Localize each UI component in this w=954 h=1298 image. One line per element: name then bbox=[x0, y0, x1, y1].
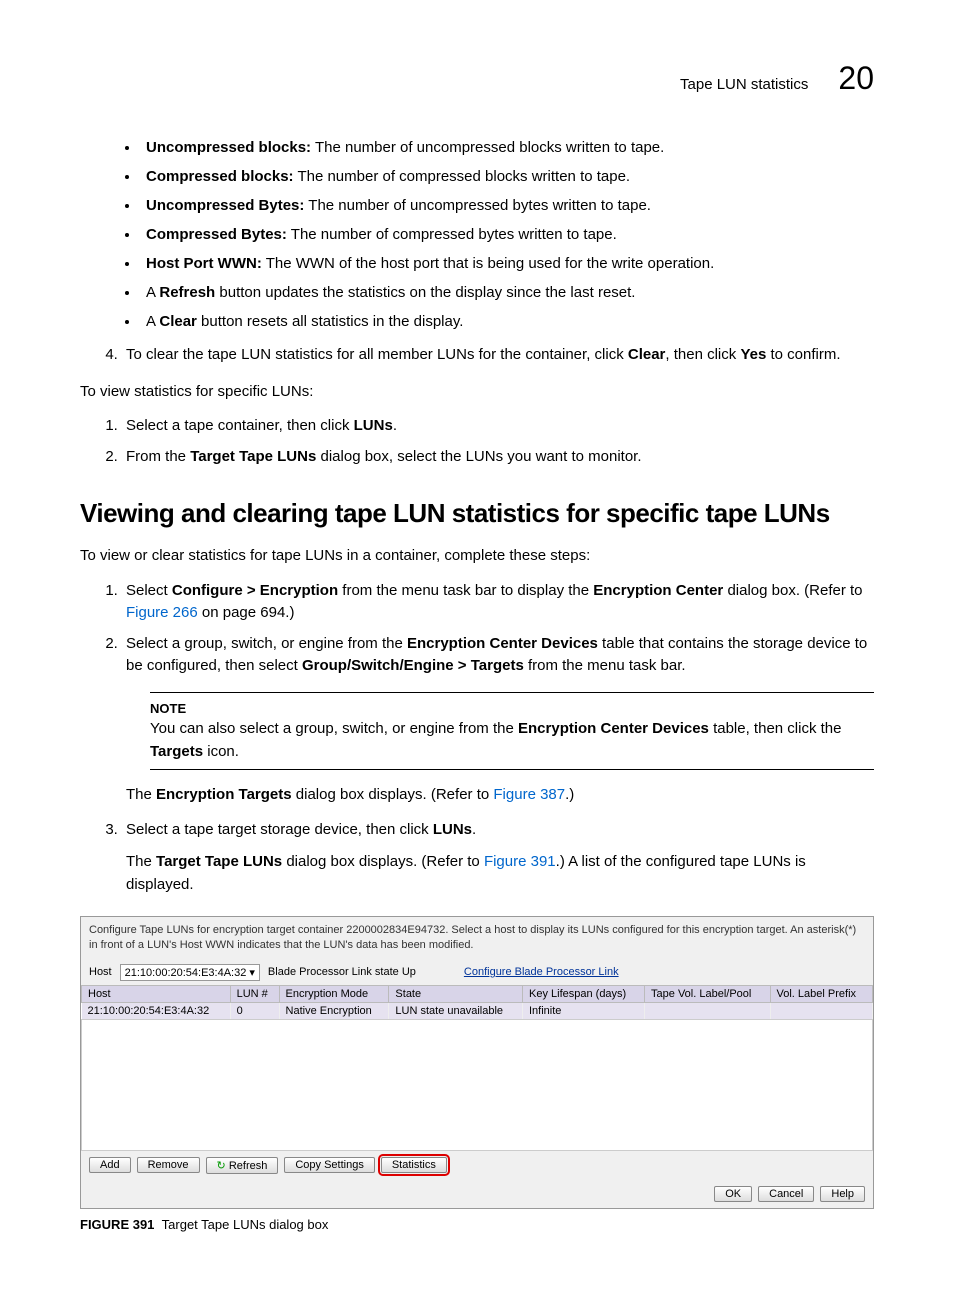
col-tape-vol[interactable]: Tape Vol. Label/Pool bbox=[645, 985, 770, 1002]
figure-266-link[interactable]: Figure 266 bbox=[126, 604, 198, 621]
host-label: Host bbox=[89, 966, 112, 978]
page-header: Tape LUN statistics 20 bbox=[80, 60, 874, 97]
header-section-title: Tape LUN statistics bbox=[680, 76, 808, 93]
step-3-followup: The Target Tape LUNs dialog box displays… bbox=[126, 851, 874, 896]
chapter-number: 20 bbox=[838, 60, 874, 97]
configure-blade-link[interactable]: Configure Blade Processor Link bbox=[464, 966, 619, 978]
target-tape-luns-dialog: Configure Tape LUNs for encryption targe… bbox=[80, 916, 874, 1209]
dialog-footer: OK Cancel Help bbox=[81, 1180, 873, 1208]
dialog-toolbar: Add Remove ↻ Refresh Copy Settings Stati… bbox=[81, 1151, 873, 1180]
table-empty-area bbox=[81, 1019, 873, 1151]
refresh-button[interactable]: ↻ Refresh bbox=[206, 1157, 279, 1174]
figure-391: Configure Tape LUNs for encryption targe… bbox=[80, 916, 874, 1232]
list-item: From the Target Tape LUNs dialog box, se… bbox=[122, 446, 874, 469]
ok-button[interactable]: OK bbox=[714, 1186, 752, 1202]
section-heading: Viewing and clearing tape LUN statistics… bbox=[80, 498, 874, 529]
cancel-button[interactable]: Cancel bbox=[758, 1186, 814, 1202]
figure-387-link[interactable]: Figure 387 bbox=[493, 786, 565, 803]
list-item: Host Port WWN: The WWN of the host port … bbox=[140, 253, 874, 274]
step-2-followup: The Encryption Targets dialog box displa… bbox=[126, 784, 874, 807]
col-host[interactable]: Host bbox=[82, 985, 231, 1002]
add-button[interactable]: Add bbox=[89, 1157, 131, 1173]
view-intro: To view statistics for specific LUNs: bbox=[80, 381, 874, 404]
table-row[interactable]: 21:10:00:20:54:E3:4A:32 0 Native Encrypt… bbox=[82, 1002, 873, 1019]
step-4: To clear the tape LUN statistics for all… bbox=[80, 344, 874, 367]
figure-caption: FIGURE 391 Target Tape LUNs dialog box bbox=[80, 1217, 874, 1232]
col-lun[interactable]: LUN # bbox=[230, 985, 279, 1002]
dialog-description: Configure Tape LUNs for encryption targe… bbox=[81, 917, 873, 960]
blade-processor-state: Blade Processor Link state Up bbox=[268, 966, 416, 978]
help-button[interactable]: Help bbox=[820, 1186, 865, 1202]
dialog-host-row: Host 21:10:00:20:54:E3:4A:32 ▾ Blade Pro… bbox=[81, 960, 873, 985]
refresh-icon: ↻ bbox=[217, 1160, 226, 1172]
list-item: Uncompressed Bytes: The number of uncomp… bbox=[140, 195, 874, 216]
remove-button[interactable]: Remove bbox=[137, 1157, 200, 1173]
view-steps: Select a tape container, then click LUNs… bbox=[80, 415, 874, 468]
col-state[interactable]: State bbox=[389, 985, 523, 1002]
list-item: Compressed Bytes: The number of compress… bbox=[140, 224, 874, 245]
host-dropdown[interactable]: 21:10:00:20:54:E3:4A:32 ▾ bbox=[120, 964, 260, 981]
note-block: NOTE You can also select a group, switch… bbox=[150, 692, 874, 771]
step-2: Select a group, switch, or engine from t… bbox=[122, 633, 874, 807]
list-item: A Clear button resets all statistics in … bbox=[140, 311, 874, 332]
section-intro: To view or clear statistics for tape LUN… bbox=[80, 545, 874, 568]
list-item: Uncompressed blocks: The number of uncom… bbox=[140, 137, 874, 158]
list-item: Select a tape container, then click LUNs… bbox=[122, 415, 874, 438]
col-key-lifespan[interactable]: Key Lifespan (days) bbox=[523, 985, 645, 1002]
step-1: Select Configure > Encryption from the m… bbox=[122, 580, 874, 625]
statistics-button[interactable]: Statistics bbox=[381, 1157, 447, 1173]
main-steps: Select Configure > Encryption from the m… bbox=[80, 580, 874, 897]
col-encryption-mode[interactable]: Encryption Mode bbox=[279, 985, 389, 1002]
copy-settings-button[interactable]: Copy Settings bbox=[284, 1157, 374, 1173]
col-vol-prefix[interactable]: Vol. Label Prefix bbox=[770, 985, 872, 1002]
table-header-row: Host LUN # Encryption Mode State Key Lif… bbox=[82, 985, 873, 1002]
list-item: Compressed blocks: The number of compres… bbox=[140, 166, 874, 187]
list-item: A Refresh button updates the statistics … bbox=[140, 282, 874, 303]
note-label: NOTE bbox=[150, 699, 874, 719]
list-item: To clear the tape LUN statistics for all… bbox=[122, 344, 874, 367]
figure-391-link[interactable]: Figure 391 bbox=[484, 853, 556, 870]
definition-bullet-list: Uncompressed blocks: The number of uncom… bbox=[80, 137, 874, 332]
luns-table: Host LUN # Encryption Mode State Key Lif… bbox=[81, 985, 873, 1019]
step-3: Select a tape target storage device, the… bbox=[122, 819, 874, 897]
